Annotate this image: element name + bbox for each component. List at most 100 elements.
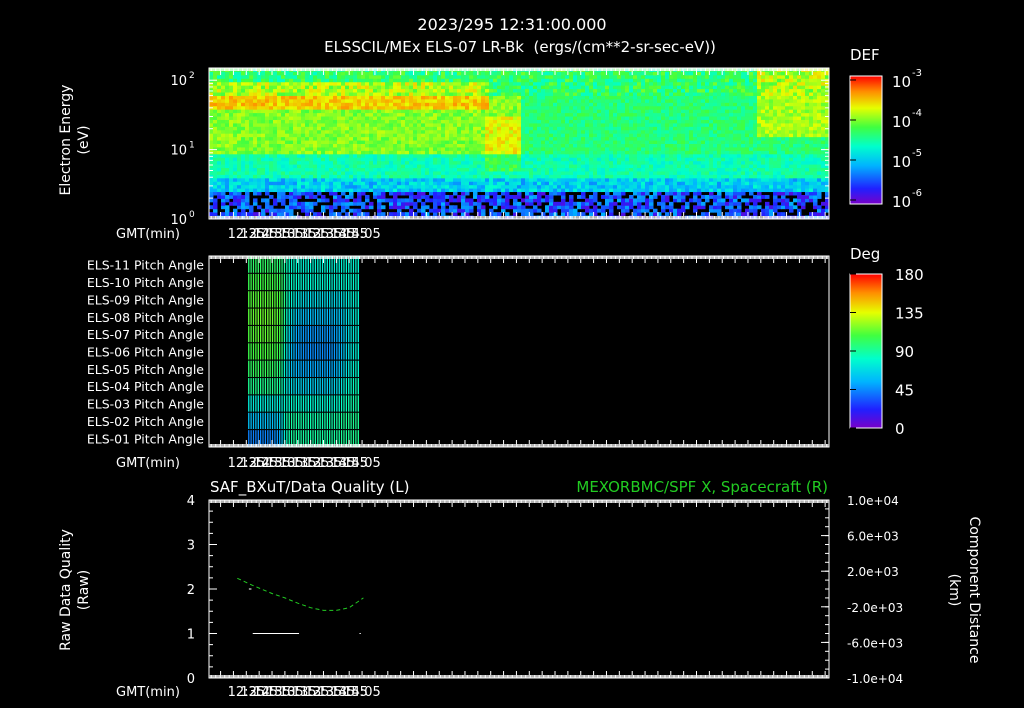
spectrogram-cell <box>585 198 590 203</box>
spectrogram-cell <box>513 181 518 186</box>
spectrogram-cell <box>253 88 258 93</box>
spectrogram-cell <box>481 74 486 79</box>
spectrogram-cell <box>613 167 618 172</box>
spectrogram-cell <box>597 85 602 90</box>
spectrogram-cell <box>453 78 458 83</box>
spectrogram-cell <box>289 174 294 179</box>
spectrogram-cell <box>225 212 230 217</box>
spectrogram-cell <box>689 140 694 144</box>
spectrogram-cell <box>545 105 550 110</box>
spectrogram-cell <box>261 143 266 148</box>
spectrogram-cell <box>497 92 502 96</box>
spectrogram-cell <box>593 85 598 90</box>
spectrogram-cell <box>549 102 554 107</box>
spectrogram-cell <box>301 126 306 131</box>
spectrogram-cell <box>377 167 382 172</box>
spectrogram-cell <box>429 122 434 127</box>
spectrogram-cell <box>481 146 486 151</box>
spectrogram-cell <box>541 153 546 158</box>
spectrogram-cell <box>469 164 474 169</box>
spectrogram-cell <box>653 174 658 179</box>
spectrogram-cell <box>417 133 422 138</box>
spectrogram-cell <box>633 191 638 196</box>
spectrogram-cell <box>673 133 678 138</box>
spectrogram-cell <box>609 146 614 151</box>
spectrogram-cell <box>677 140 682 144</box>
spectrogram-cell <box>417 184 422 189</box>
spectrogram-cell <box>229 71 234 76</box>
spectrogram-cell <box>561 105 566 110</box>
spectrogram-cell <box>613 157 618 162</box>
spectrogram-cell <box>645 164 650 169</box>
spectrogram-cell <box>225 92 230 96</box>
spectrogram-cell <box>621 116 626 120</box>
spectrogram-cell <box>441 119 446 124</box>
spectrogram-cell <box>333 88 338 93</box>
spectrogram-cell <box>265 157 270 162</box>
spectrogram-cell <box>213 129 218 134</box>
spectrogram-cell <box>429 160 434 165</box>
spectrogram-cell <box>437 112 442 117</box>
spectrogram-cell <box>413 74 418 79</box>
spectrogram-cell <box>685 170 690 175</box>
spectrogram-cell <box>489 198 494 203</box>
spectrogram-cell <box>317 174 322 179</box>
spectrogram-cell <box>601 78 606 83</box>
spectrogram-cell <box>309 184 314 189</box>
spectrogram-cell <box>641 188 646 193</box>
spectrogram-cell <box>337 102 342 107</box>
spectrogram-cell <box>685 88 690 93</box>
spectrogram-cell <box>337 164 342 169</box>
spectrogram-cell <box>453 153 458 158</box>
spectrogram-cell <box>549 194 554 199</box>
spectrogram-cell <box>369 122 374 127</box>
spectrogram-cell <box>341 164 346 169</box>
spectrogram-cell <box>465 92 470 96</box>
spectrogram-cell <box>489 167 494 172</box>
spectrogram-cell <box>273 174 278 179</box>
spectrogram-cell <box>617 129 622 134</box>
spectrogram-cell <box>513 136 518 141</box>
spectrogram-cell <box>437 191 442 196</box>
spectrogram-cell <box>397 136 402 141</box>
spectrogram-cell <box>301 157 306 162</box>
spectrogram-cell <box>461 146 466 151</box>
spectrogram-cell <box>461 140 466 144</box>
spectrogram-cell <box>377 194 382 199</box>
spectrogram-cell <box>461 198 466 203</box>
spectrogram-cell <box>297 157 302 162</box>
spectrogram-cell <box>313 129 318 134</box>
spectrogram-cell <box>509 157 514 162</box>
spectrogram-cell <box>417 102 422 107</box>
spectrogram-cell <box>605 198 610 203</box>
spectrogram-cell <box>425 109 430 114</box>
spectrogram-cell <box>449 170 454 175</box>
spectrogram-cell <box>401 71 406 76</box>
spectrogram-cell <box>257 116 262 120</box>
spectrogram-cell <box>373 95 378 100</box>
spectrogram-cell <box>661 198 666 203</box>
spectrogram-cell <box>661 92 666 96</box>
spectrogram-cell <box>389 201 394 206</box>
spectrogram-cell <box>369 136 374 141</box>
spectrogram-cell <box>217 98 222 103</box>
spectrogram-cell <box>629 205 634 210</box>
spectrogram-cell <box>329 191 334 196</box>
spectrogram-cell <box>581 212 586 217</box>
spectrogram-cell <box>553 85 558 90</box>
spectrogram-cell <box>281 198 286 203</box>
spectrogram-cell <box>501 143 506 148</box>
spectrogram-cell <box>633 112 638 117</box>
spectrogram-cell <box>661 129 666 134</box>
spectrogram-cell <box>233 198 238 203</box>
spectrogram-cell <box>677 191 682 196</box>
spectrogram-cell <box>561 157 566 162</box>
spectrogram-cell <box>685 150 690 155</box>
spectrogram-cell <box>469 88 474 93</box>
spectrogram-cell <box>605 136 610 141</box>
spectrogram-cell <box>549 153 554 158</box>
spectrogram-cell <box>261 119 266 124</box>
spectrogram-cell <box>445 71 450 76</box>
spectrogram-cell <box>297 205 302 210</box>
spectrogram-cell <box>265 119 270 124</box>
